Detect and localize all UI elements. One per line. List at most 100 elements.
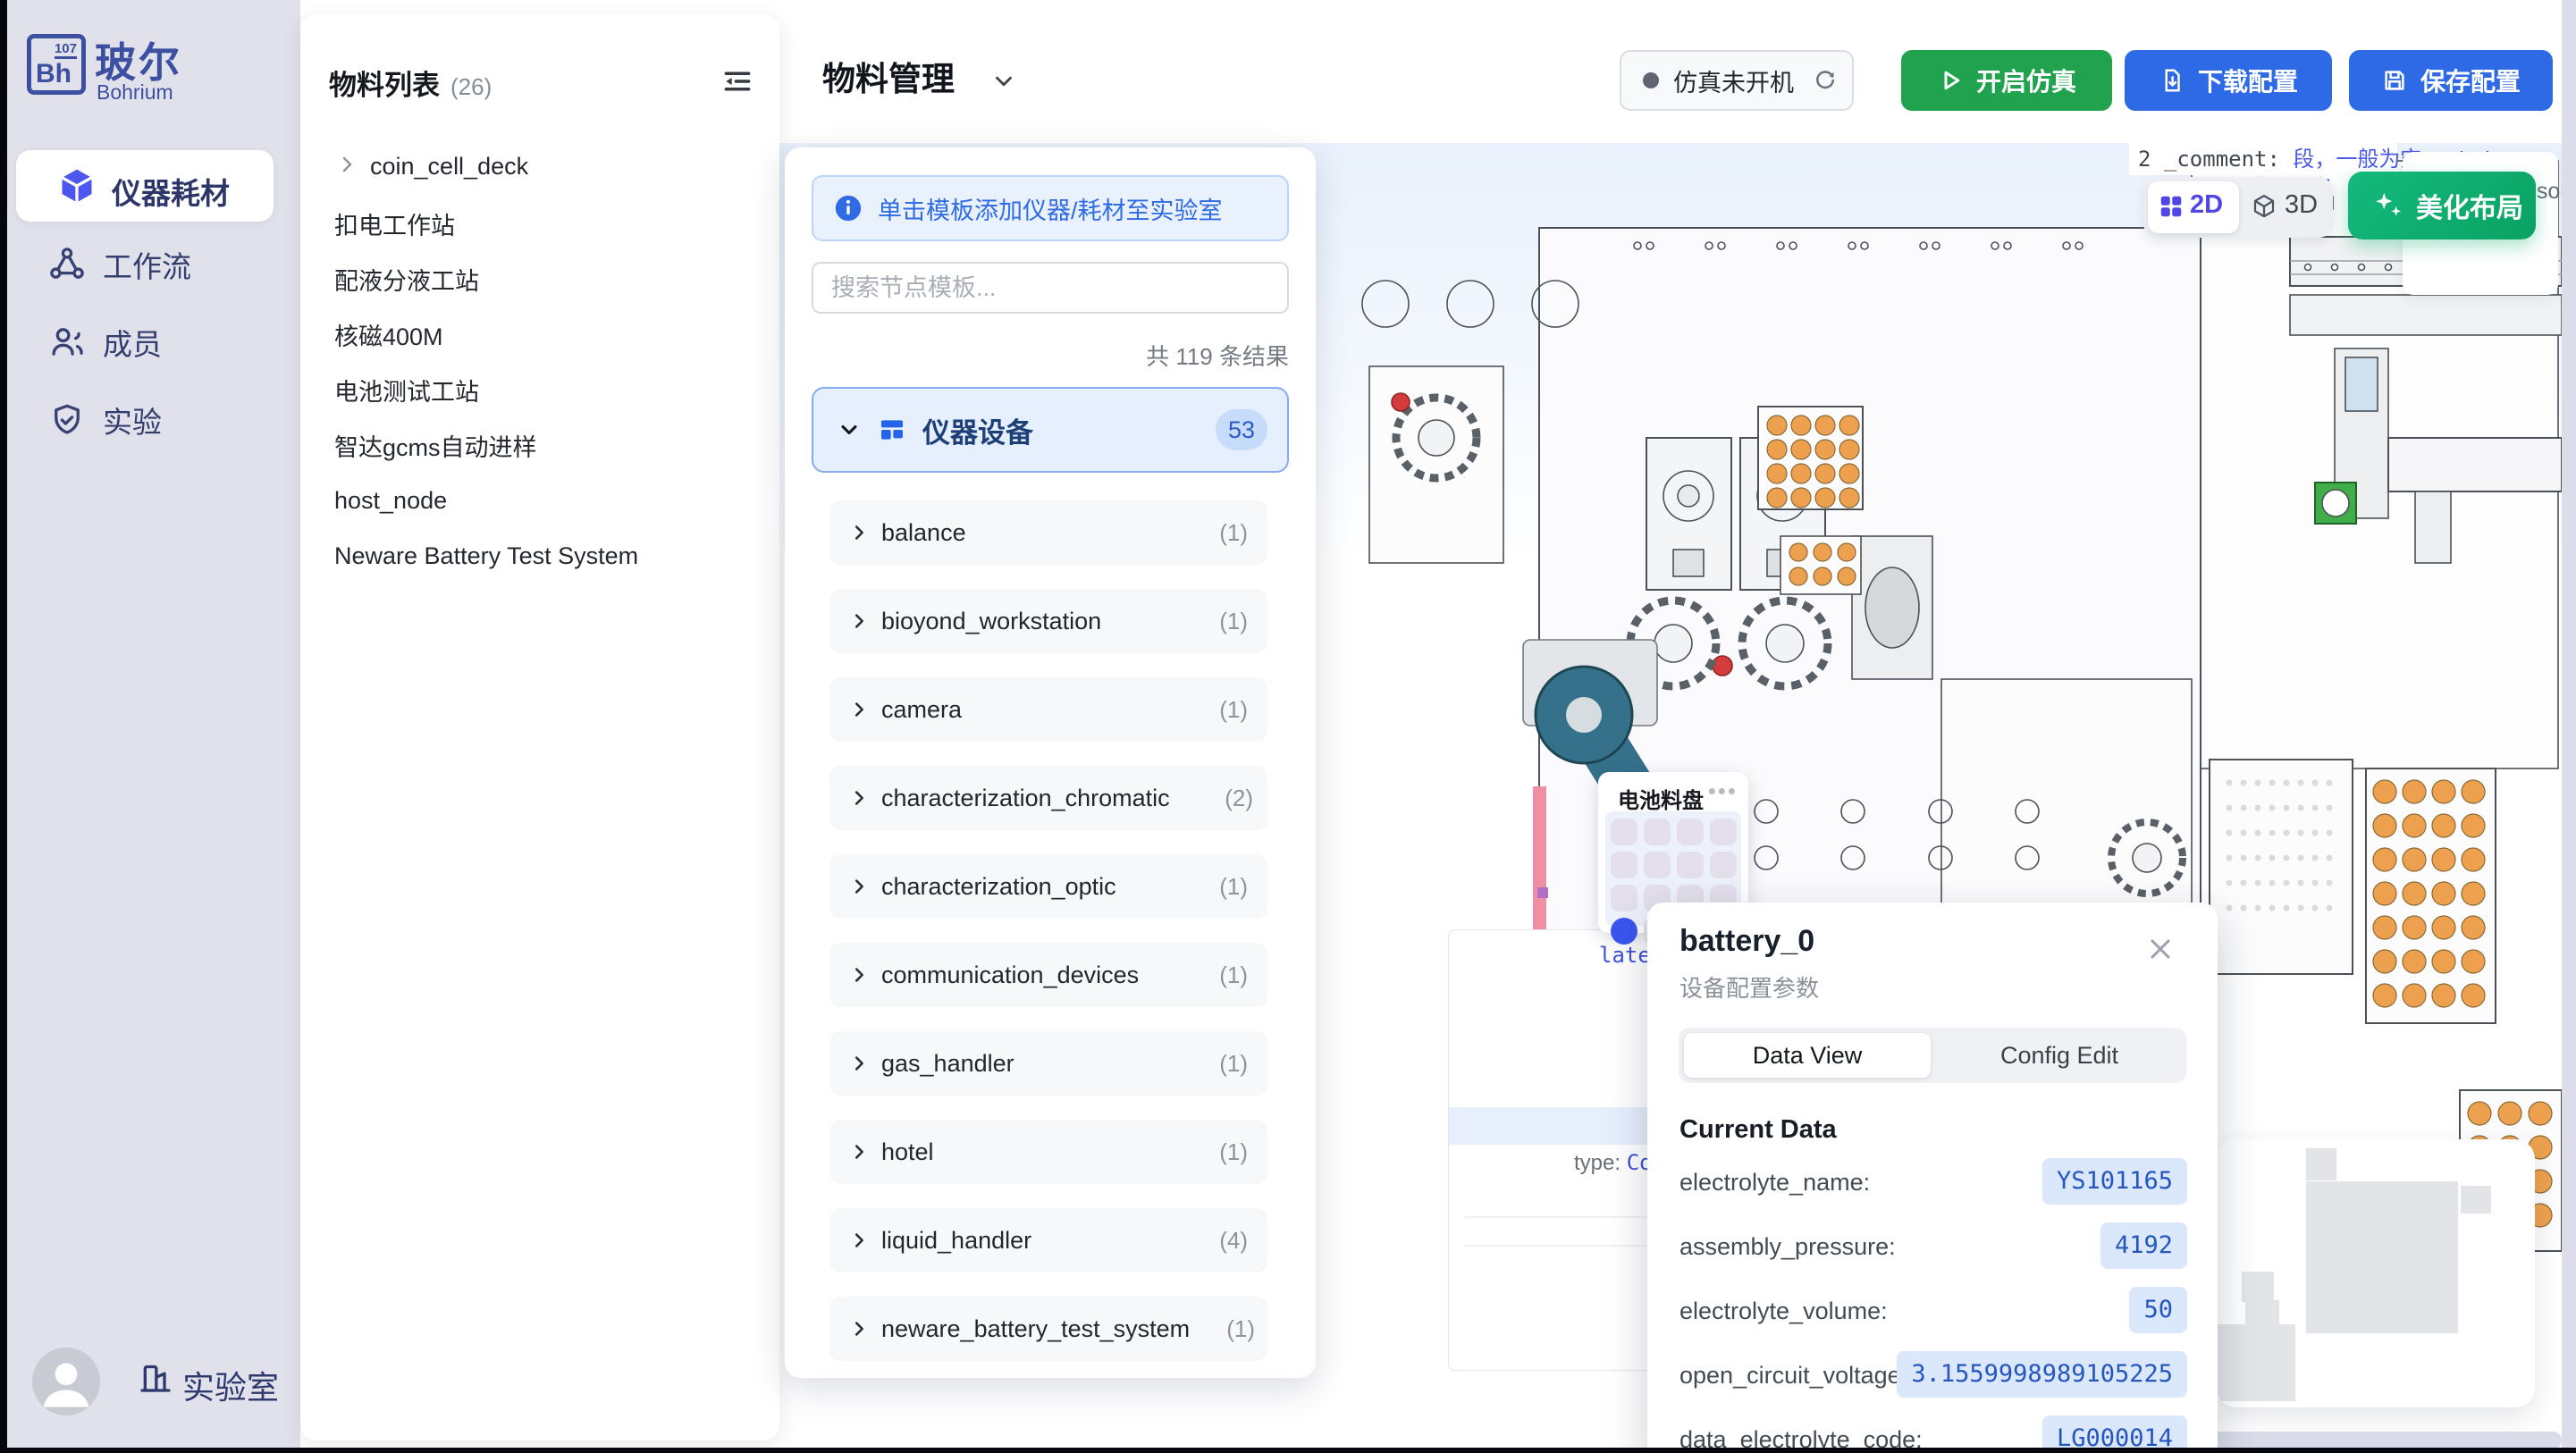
plate-partial-text[interactable]: late: [1599, 943, 1651, 968]
template-item-camera[interactable]: camera (1): [829, 677, 1267, 742]
material-item[interactable]: Neware Battery Test System: [300, 531, 779, 581]
template-item-count: (1): [1219, 1050, 1248, 1078]
chevron-right-icon: [849, 1319, 869, 1339]
popup-title: battery_0: [1679, 924, 1814, 959]
view-2d-label[interactable]: 2D: [2190, 190, 2223, 220]
download-config-button[interactable]: 下载配置: [2125, 50, 2332, 111]
experiment-icon: [48, 401, 86, 439]
sidebar-item-members[interactable]: 成员: [48, 307, 281, 378]
template-item-gas-handler[interactable]: gas_handler (1): [829, 1031, 1267, 1096]
tray-slot[interactable]: [1677, 852, 1704, 878]
template-item-label: characterization_optic: [881, 873, 1219, 901]
material-item-label: 核磁400M: [334, 317, 443, 352]
kv-value: YS101165: [2042, 1158, 2187, 1205]
chevron-down-icon[interactable]: [990, 68, 1017, 95]
result-count: 共 119 条结果: [812, 339, 1289, 372]
tray-slot[interactable]: [1710, 852, 1737, 878]
logo-abbr: Bh: [36, 59, 72, 89]
material-item[interactable]: 核磁400M: [300, 309, 779, 359]
popup-subtitle: 设备配置参数: [1679, 970, 1819, 1004]
simulation-status-chip[interactable]: 仿真未开机: [1620, 50, 1854, 111]
chevron-right-icon: [336, 154, 358, 180]
kv-key: open_circuit_voltage:: [1679, 1362, 1907, 1390]
template-item-characterization-optic[interactable]: characterization_optic (1): [829, 854, 1267, 919]
popup-tabs: Data View Config Edit: [1679, 1028, 2186, 1083]
material-item-label: host_node: [334, 487, 447, 515]
window-edge-left: [0, 0, 7, 1453]
save-config-button[interactable]: 保存配置: [2349, 50, 2553, 111]
material-item[interactable]: host_node: [300, 475, 779, 525]
sidebar-item-instruments[interactable]: 仪器耗材: [16, 150, 274, 222]
app-window: 107 Bh 玻尔 Bohrium 仪器耗材 工作流 成员: [0, 0, 2576, 1453]
refresh-icon[interactable]: [1812, 67, 1839, 94]
category-count-badge: 53: [1216, 409, 1267, 450]
tab-config-edit[interactable]: Config Edit: [1938, 1028, 2181, 1083]
minimap[interactable]: [2217, 1139, 2535, 1407]
material-item-coin-cell-deck[interactable]: coin_cell_deck: [300, 139, 779, 193]
dashboard-grid-icon: [878, 416, 906, 444]
tray-slot-selected-battery-0[interactable]: [1611, 918, 1637, 945]
template-item-label: liquid_handler: [881, 1227, 1219, 1255]
page-title: 物料管理: [822, 52, 955, 100]
template-item-count: (1): [1219, 519, 1248, 547]
chevron-right-icon: [849, 965, 869, 985]
material-list-title: 物料列表 (26): [329, 63, 492, 103]
annotation-key: _comment:: [2164, 147, 2294, 172]
material-list-title-text: 物料列表: [329, 70, 440, 101]
category-label: 仪器设备: [922, 410, 1216, 450]
material-item-label: 扣电工作站: [334, 206, 455, 241]
material-item[interactable]: 智达gcms自动进样: [300, 420, 779, 470]
tray-slot[interactable]: [1644, 819, 1671, 845]
template-item-label: balance: [881, 519, 1219, 547]
material-item[interactable]: 扣电工作站: [300, 198, 779, 248]
material-item[interactable]: 电池测试工站: [300, 365, 779, 415]
sidebar-item-label: 实验: [103, 399, 162, 441]
template-item-hotel[interactable]: hotel (1): [829, 1120, 1267, 1184]
save-config-label: 保存配置: [2420, 63, 2521, 98]
chevron-down-icon: [837, 417, 862, 442]
kv-key: assembly_pressure:: [1679, 1233, 1896, 1261]
beautify-layout-label: 美化布局: [2416, 186, 2523, 225]
vertical-scrollbar[interactable]: [2562, 0, 2576, 1453]
template-item-liquid-handler[interactable]: liquid_handler (4): [829, 1208, 1267, 1272]
template-item-characterization-chromatic[interactable]: characterization_chromatic (2): [829, 766, 1267, 830]
sidebar-item-experiments[interactable]: 实验: [48, 384, 281, 456]
sidebar-item-laboratory[interactable]: 实验室: [182, 1362, 279, 1408]
material-item[interactable]: 配液分液工站: [300, 254, 779, 304]
tray-slot[interactable]: [1611, 852, 1637, 878]
cube-icon: [57, 166, 97, 206]
template-item-count: (1): [1219, 962, 1248, 989]
template-item-bioyond-workstation[interactable]: bioyond_workstation (1): [829, 589, 1267, 653]
start-simulation-button[interactable]: 开启仿真: [1901, 50, 2112, 111]
tray-slot[interactable]: [1644, 852, 1671, 878]
close-icon[interactable]: [2144, 933, 2176, 965]
tray-slot[interactable]: [1677, 819, 1704, 845]
category-instruments[interactable]: 仪器设备 53: [812, 387, 1289, 473]
sidebar-item-label: 成员: [103, 321, 162, 364]
material-item-label: Neware Battery Test System: [334, 542, 638, 570]
kv-value: 3.1559998989105225: [1897, 1351, 2187, 1398]
material-list-count: (26): [450, 73, 492, 100]
tray-slot[interactable]: [1611, 885, 1637, 911]
template-item-count: (4): [1219, 1227, 1248, 1255]
template-item-balance[interactable]: balance (1): [829, 500, 1267, 565]
tray-slot[interactable]: [1611, 819, 1637, 845]
template-item-label: communication_devices: [881, 962, 1219, 989]
horizontal-scrollbar[interactable]: [2190, 1432, 2562, 1449]
chevron-right-icon: [849, 700, 869, 719]
sidebar-item-workflow[interactable]: 工作流: [48, 229, 281, 300]
tray-slot[interactable]: [1710, 819, 1737, 845]
view-3d-label[interactable]: 3D: [2285, 190, 2318, 220]
more-menu-icon[interactable]: •••: [1708, 777, 1738, 805]
template-item-neware-battery-test-system[interactable]: neware_battery_test_system (1): [829, 1297, 1267, 1361]
beautify-layout-button[interactable]: 美化布局: [2348, 172, 2536, 239]
avatar[interactable]: [32, 1348, 100, 1415]
template-item-label: characterization_chromatic: [881, 785, 1225, 812]
battery-config-popup: battery_0 设备配置参数 Data View Config Edit C…: [1647, 903, 2218, 1453]
cube-3d-icon: [2251, 193, 2277, 224]
tab-data-view[interactable]: Data View: [1684, 1033, 1931, 1078]
template-item-communication-devices[interactable]: communication_devices (1): [829, 943, 1267, 1007]
collapse-panel-icon[interactable]: [720, 64, 754, 98]
search-input[interactable]: [812, 262, 1289, 314]
template-item-count: (1): [1219, 696, 1248, 724]
